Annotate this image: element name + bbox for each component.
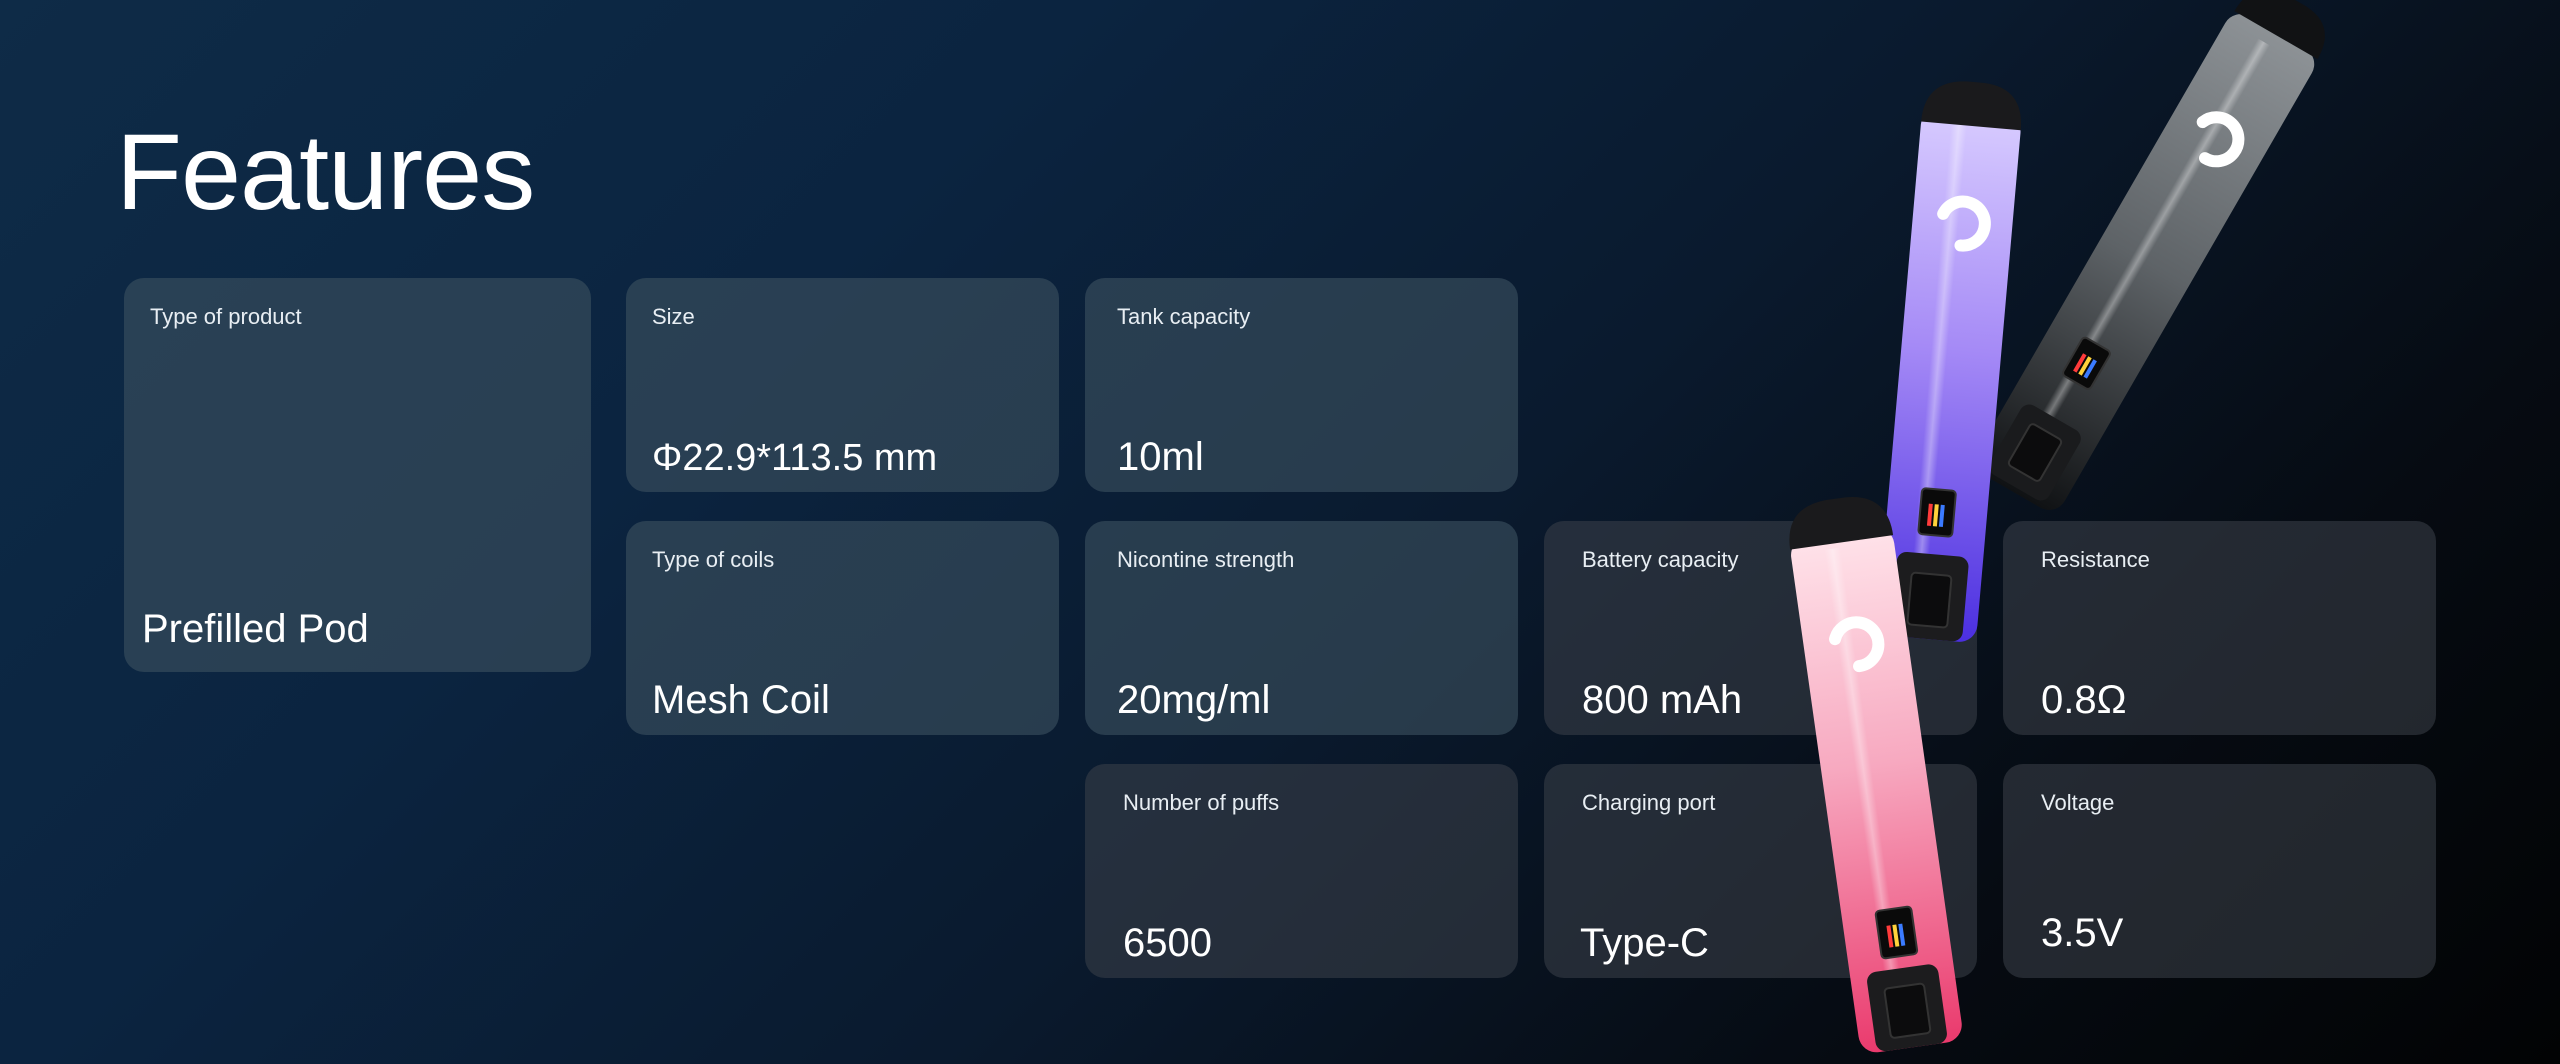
card-label: Tank capacity (1117, 304, 1251, 329)
card-value: 6500 (1123, 921, 1212, 965)
card-voltage: Voltage 3.5V (2003, 764, 2436, 978)
page-title: Features (116, 111, 535, 232)
card-label: Size (652, 304, 695, 329)
card-value: Type-C (1580, 921, 1709, 965)
card-value: 3.5V (2041, 911, 2124, 955)
card-type-of-product: Type of product Prefilled Pod (124, 278, 591, 672)
card-value: Mesh Coil (652, 678, 830, 722)
card-value: 20mg/ml (1117, 678, 1271, 722)
card-label: Voltage (2041, 790, 2115, 815)
card-label: Resistance (2041, 547, 2150, 572)
card-label: Charging port (1582, 790, 1716, 815)
card-size: Size Φ22.9*113.5 mm (626, 278, 1059, 492)
card-label: Type of coils (652, 547, 775, 572)
card-label: Number of puffs (1123, 790, 1280, 815)
card-resistance: Resistance 0.8Ω (2003, 521, 2436, 735)
card-value: 800 mAh (1582, 678, 1743, 722)
card-value: 0.8Ω (2041, 678, 2127, 722)
card-nicotine-strength: Nicontine strength 20mg/ml (1085, 521, 1518, 735)
grey-device (1975, 0, 2325, 510)
card-value: Φ22.9*113.5 mm (652, 437, 938, 479)
card-value: Prefilled Pod (142, 607, 369, 651)
card-value: 10ml (1117, 435, 1204, 479)
card-type-of-coils: Type of coils Mesh Coil (626, 521, 1059, 735)
card-charging-port: Charging port Type-C (1544, 764, 1977, 978)
card-label: Type of product (150, 304, 302, 329)
card-label: Nicontine strength (1117, 547, 1295, 572)
card-number-of-puffs: Number of puffs 6500 (1085, 764, 1518, 978)
card-label: Battery capacity (1582, 547, 1739, 572)
card-battery-capacity: Battery capacity 800 mAh (1544, 521, 1977, 735)
card-tank-capacity: Tank capacity 10ml (1085, 278, 1518, 492)
